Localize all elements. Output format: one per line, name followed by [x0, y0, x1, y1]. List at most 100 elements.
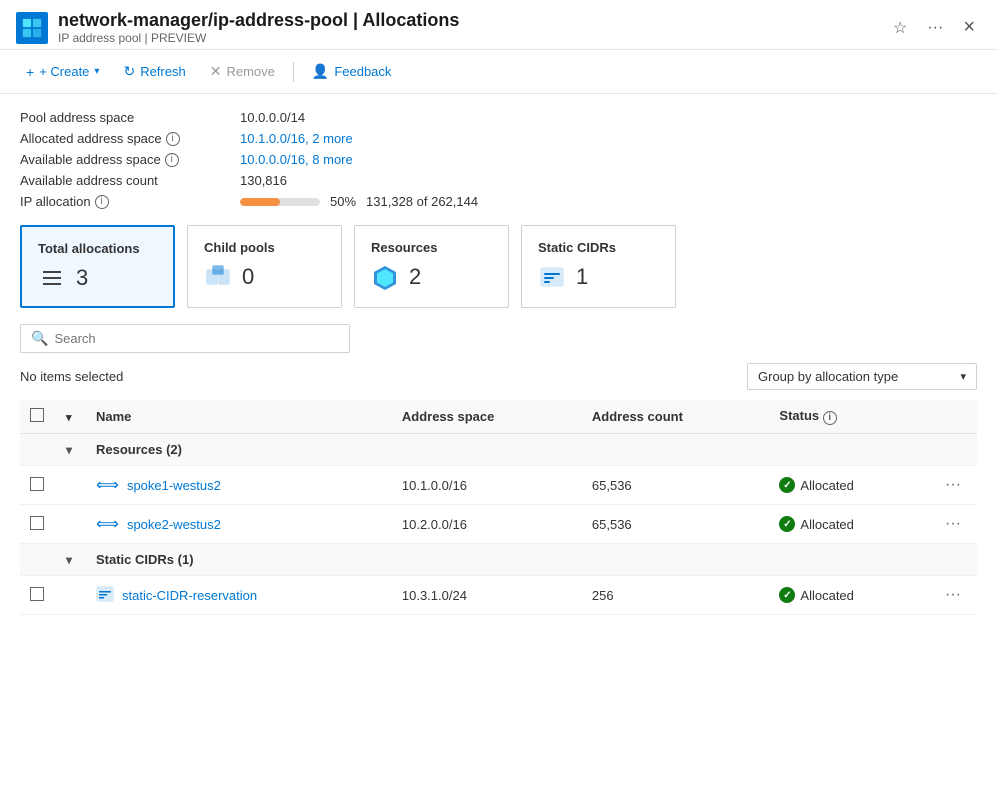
col-status: Status i	[769, 400, 929, 434]
card-child-pools-title: Child pools	[204, 240, 325, 255]
info-value-pool: 10.0.0.0/14	[240, 110, 977, 125]
row-address-space-cidr: 10.3.1.0/24	[392, 576, 582, 615]
card-resources-value: 2	[409, 264, 421, 290]
row-address-space-spoke2: 10.2.0.0/16	[392, 505, 582, 544]
row-status-spoke1: Allocated	[769, 466, 929, 505]
resources-icon	[371, 263, 399, 291]
search-icon: 🔍	[31, 330, 48, 347]
row-checkbox-spoke1[interactable]	[30, 477, 44, 491]
create-icon: +	[26, 64, 34, 80]
search-input-wrap: 🔍	[20, 324, 350, 353]
group-static-cidrs-expand-icon[interactable]: ▾	[66, 553, 72, 567]
card-resources-title: Resources	[371, 240, 492, 255]
info-icon-ip-allocation[interactable]: i	[95, 195, 109, 209]
card-static-cidrs-body: 1	[538, 263, 659, 291]
feedback-icon: 👤	[312, 63, 329, 80]
card-total-allocations[interactable]: Total allocations 3	[20, 225, 175, 308]
col-expand: ▾	[56, 400, 86, 434]
info-value-available-space[interactable]: 10.0.0.0/16, 8 more	[240, 152, 977, 167]
card-static-cidrs[interactable]: Static CIDRs 1	[521, 225, 676, 308]
remove-button[interactable]: ✕ Remove	[200, 58, 285, 85]
group-by-label: Group by allocation type	[758, 369, 898, 384]
title-text: network-manager/ip-address-pool | Alloca…	[58, 10, 887, 45]
main-content: Pool address space 10.0.0.0/14 Allocated…	[0, 94, 997, 786]
more-button[interactable]: ···	[921, 17, 949, 39]
row-actions-cidr: ···	[929, 576, 977, 615]
info-value-allocated[interactable]: 10.1.0.0/16, 2 more	[240, 131, 977, 146]
search-bar-row: 🔍	[20, 324, 977, 353]
status-dot-spoke1	[779, 477, 795, 493]
star-button[interactable]: ☆	[887, 16, 913, 40]
col-actions	[929, 400, 977, 434]
feedback-button[interactable]: 👤 Feedback	[302, 58, 402, 85]
row-checkbox-cell	[20, 576, 56, 615]
row-checkbox-cidr[interactable]	[30, 587, 44, 601]
create-button[interactable]: + + Create ▾	[16, 59, 109, 85]
card-child-pools-value: 0	[242, 264, 254, 290]
card-child-pools-body: 0	[204, 263, 325, 291]
row-actions-spoke1: ···	[929, 466, 977, 505]
search-input[interactable]	[54, 331, 339, 346]
card-total-title: Total allocations	[38, 241, 157, 256]
table-row: static-CIDR-reservation 10.3.1.0/24 256 …	[20, 576, 977, 615]
ip-allocation-progress: 50% 131,328 of 262,144	[240, 194, 977, 209]
table-header: ▾ Name Address space Address count Statu…	[20, 400, 977, 434]
row-name-cell: ⟺ spoke2-westus2	[86, 505, 392, 544]
row-indent-cell	[56, 505, 86, 544]
app-icon	[16, 12, 48, 44]
row-link-spoke1[interactable]: spoke1-westus2	[127, 478, 221, 493]
page-title: network-manager/ip-address-pool | Alloca…	[58, 10, 887, 31]
child-pools-icon	[204, 263, 232, 291]
row-name-cell: ⟺ spoke1-westus2	[86, 466, 392, 505]
row-name-cell: static-CIDR-reservation	[86, 576, 392, 615]
group-checkbox-cell	[20, 434, 56, 466]
col-address-count: Address count	[582, 400, 770, 434]
col-status-info-icon[interactable]: i	[823, 411, 837, 425]
info-label-allocated: Allocated address space i	[20, 131, 240, 146]
info-icon-available-space[interactable]: i	[165, 153, 179, 167]
row-link-cidr[interactable]: static-CIDR-reservation	[122, 588, 257, 603]
list-controls: No items selected Group by allocation ty…	[20, 363, 977, 390]
progress-percent: 50%	[330, 194, 356, 209]
toolbar-divider	[293, 62, 294, 82]
close-button[interactable]: ×	[957, 14, 981, 41]
expand-all-icon[interactable]: ▾	[66, 412, 72, 424]
resource-icon-spoke2: ⟺	[96, 514, 119, 534]
table-row: ⟺ spoke1-westus2 10.1.0.0/16 65,536 Allo…	[20, 466, 977, 505]
card-total-value: 3	[76, 265, 88, 291]
info-label-pool: Pool address space	[20, 110, 240, 125]
card-child-pools[interactable]: Child pools 0	[187, 225, 342, 308]
card-total-body: 3	[38, 264, 157, 292]
more-button-spoke1[interactable]: ···	[939, 474, 967, 496]
col-name: Name	[86, 400, 392, 434]
total-allocations-icon	[38, 264, 66, 292]
info-icon-allocated[interactable]: i	[166, 132, 180, 146]
group-resources-expand-icon[interactable]: ▾	[66, 443, 72, 457]
group-row-static-cidrs: ▾ Static CIDRs (1)	[20, 544, 977, 576]
row-actions-spoke2: ···	[929, 505, 977, 544]
row-checkbox-cell	[20, 505, 56, 544]
card-resources[interactable]: Resources 2	[354, 225, 509, 308]
group-by-dropdown[interactable]: Group by allocation type ▾	[747, 363, 977, 390]
more-button-cidr[interactable]: ···	[939, 584, 967, 606]
group-by-chevron-icon: ▾	[960, 370, 966, 383]
info-label-available-count: Available address count	[20, 173, 240, 188]
status-label-spoke2: Allocated	[800, 517, 853, 532]
progress-bar-background	[240, 198, 320, 206]
table-body: ▾ Resources (2) ⟺ spoke1-westus2 10.1.0.…	[20, 434, 977, 615]
create-chevron-icon: ▾	[94, 66, 99, 77]
toolbar: + + Create ▾ ↻ Refresh ✕ Remove 👤 Feedba…	[0, 50, 997, 94]
more-button-spoke2[interactable]: ···	[939, 513, 967, 535]
refresh-button[interactable]: ↻ Refresh	[113, 58, 195, 85]
select-all-checkbox[interactable]	[30, 408, 44, 422]
create-label: + Create	[39, 64, 89, 79]
status-label-spoke1: Allocated	[800, 478, 853, 493]
info-label-available-space: Available address space i	[20, 152, 240, 167]
row-status-cidr: Allocated	[769, 576, 929, 615]
info-panel: Pool address space 10.0.0.0/14 Allocated…	[20, 110, 977, 209]
no-items-selected: No items selected	[20, 369, 123, 384]
row-checkbox-spoke2[interactable]	[30, 516, 44, 530]
row-link-spoke2[interactable]: spoke2-westus2	[127, 517, 221, 532]
row-address-count-cidr: 256	[582, 576, 770, 615]
remove-icon: ✕	[210, 63, 222, 80]
